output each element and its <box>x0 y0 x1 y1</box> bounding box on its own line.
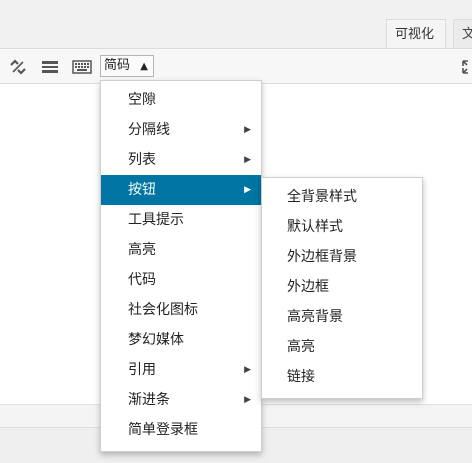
keyboard-toolbar-icon[interactable] <box>72 57 92 77</box>
menu-item-label: 社会化图标 <box>128 302 198 318</box>
submenu-item-label: 高亮背景 <box>287 309 343 325</box>
submenu-item-label: 默认样式 <box>287 219 343 235</box>
tab-text[interactable]: 文 <box>453 19 472 48</box>
menu-item-progress-bar[interactable]: 渐进条 ▶ <box>101 385 261 415</box>
editor-toolbar: 简码 ▲ <box>0 48 472 84</box>
menu-item-code[interactable]: 代码 <box>101 265 261 295</box>
submenu-arrow-icon: ▶ <box>244 365 251 375</box>
menu-item-label: 简单登录框 <box>128 422 198 438</box>
menu-item-highlight[interactable]: 高亮 <box>101 235 261 265</box>
submenu-item-label: 外边框背景 <box>287 249 357 265</box>
menu-item-label: 高亮 <box>128 242 156 258</box>
unlink-icon[interactable] <box>8 57 28 77</box>
menu-item-tooltip[interactable]: 工具提示 <box>101 205 261 235</box>
submenu-item-border[interactable]: 外边框 <box>262 272 422 302</box>
menu-item-label: 渐进条 <box>128 392 170 408</box>
editor-tab-bar: 可视化 文 <box>0 0 472 48</box>
menu-item-dream-media[interactable]: 梦幻媒体 <box>101 325 261 355</box>
submenu-item-full-background[interactable]: 全背景样式 <box>262 182 422 212</box>
menu-item-divider[interactable]: 分隔线 ▶ <box>101 115 261 145</box>
menu-item-quote[interactable]: 引用 ▶ <box>101 355 261 385</box>
submenu-item-border-background[interactable]: 外边框背景 <box>262 242 422 272</box>
button-submenu: 全背景样式 默认样式 外边框背景 外边框 高亮背景 高亮 链接 <box>261 177 423 399</box>
menu-item-label: 工具提示 <box>128 212 184 228</box>
submenu-arrow-icon: ▶ <box>244 125 251 135</box>
menu-item-label: 按钮 <box>128 182 156 198</box>
menu-item-label: 空隙 <box>128 92 156 108</box>
tab-visual[interactable]: 可视化 <box>386 19 446 48</box>
menu-item-simple-login[interactable]: 简单登录框 <box>101 415 261 445</box>
menu-item-label: 代码 <box>128 272 156 288</box>
submenu-item-highlight-background[interactable]: 高亮背景 <box>262 302 422 332</box>
menu-item-list[interactable]: 列表 ▶ <box>101 145 261 175</box>
submenu-arrow-icon: ▶ <box>244 395 251 405</box>
shortcode-dropdown-button[interactable]: 简码 ▲ <box>100 55 154 77</box>
menu-item-label: 分隔线 <box>128 122 170 138</box>
submenu-item-label: 外边框 <box>287 279 329 295</box>
menu-item-button[interactable]: 按钮 ▶ <box>101 175 261 205</box>
submenu-item-highlight[interactable]: 高亮 <box>262 332 422 362</box>
expand-icon[interactable] <box>462 59 472 74</box>
menu-item-social-icons[interactable]: 社会化图标 <box>101 295 261 325</box>
submenu-item-default-style[interactable]: 默认样式 <box>262 212 422 242</box>
menu-item-spacer[interactable]: 空隙 <box>101 85 261 115</box>
menu-item-label: 列表 <box>128 152 156 168</box>
submenu-item-label: 高亮 <box>287 339 315 355</box>
submenu-arrow-icon: ▶ <box>244 185 251 195</box>
horizontal-rule-icon[interactable] <box>40 57 60 77</box>
submenu-item-link[interactable]: 链接 <box>262 362 422 392</box>
submenu-item-label: 全背景样式 <box>287 189 357 205</box>
caret-up-icon: ▲ <box>140 61 148 72</box>
shortcode-label: 简码 <box>104 58 131 73</box>
submenu-item-label: 链接 <box>287 369 315 385</box>
shortcode-menu: 空隙 分隔线 ▶ 列表 ▶ 按钮 ▶ 工具提示 高亮 代码 社会化图标 梦幻媒体… <box>100 80 262 452</box>
submenu-arrow-icon: ▶ <box>244 155 251 165</box>
menu-item-label: 梦幻媒体 <box>128 332 184 348</box>
menu-item-label: 引用 <box>128 362 156 378</box>
